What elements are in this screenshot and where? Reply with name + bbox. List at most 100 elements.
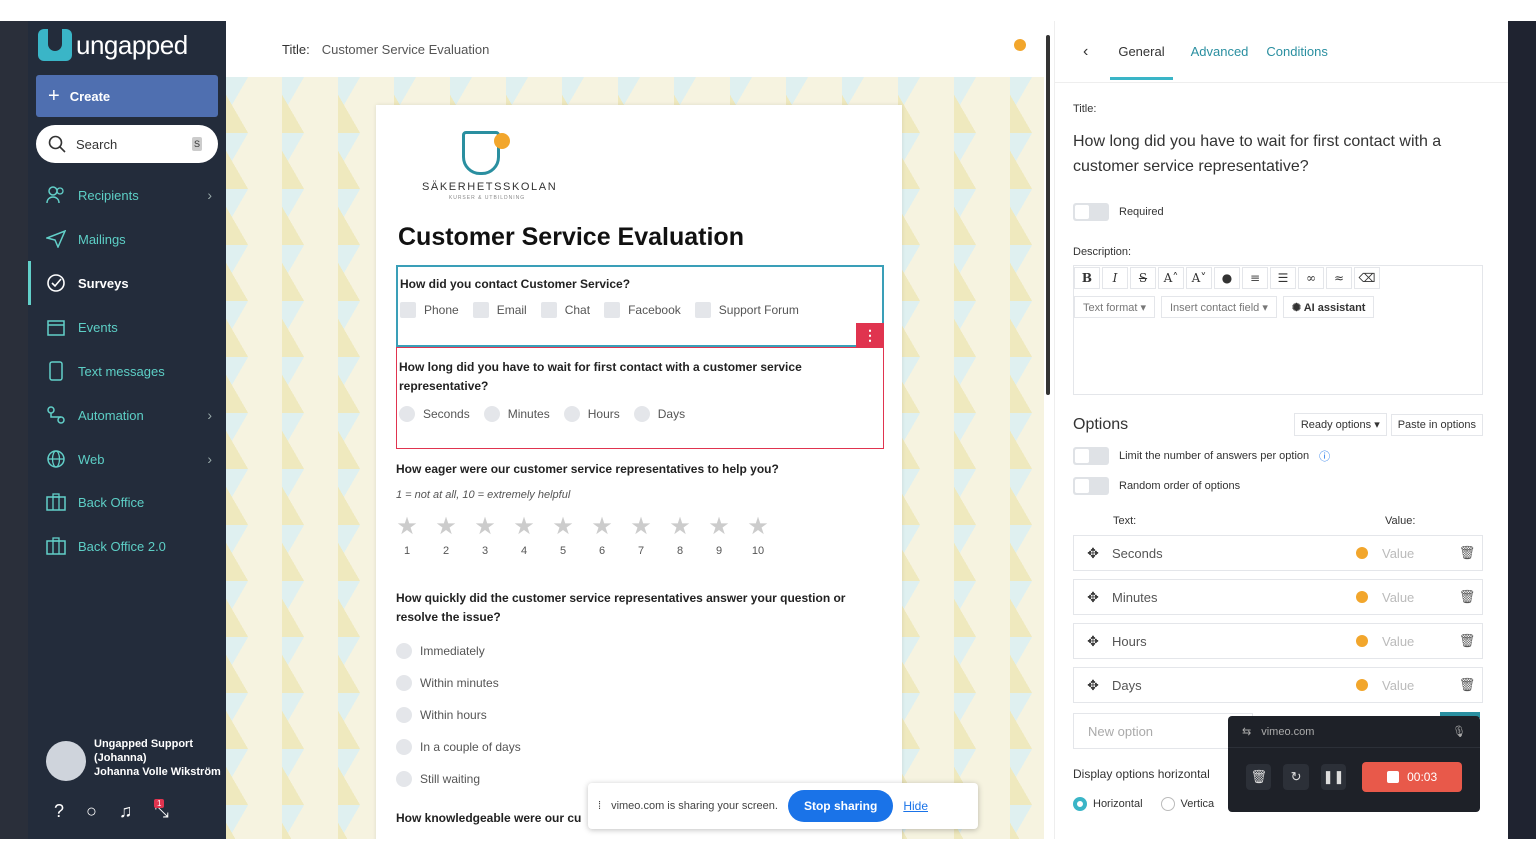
ready-options-button[interactable]: Ready options ▾	[1293, 413, 1387, 436]
radio[interactable]	[1073, 797, 1087, 811]
drag-handle-icon[interactable]: ✥	[1074, 589, 1112, 606]
option-within-hours[interactable]: Within hours	[396, 699, 884, 731]
sidebar-item-events[interactable]: Events	[28, 305, 226, 349]
ai-assistant-button[interactable]: ✺ AI assistant	[1282, 296, 1375, 318]
rating-star[interactable]: ★ 2	[435, 515, 457, 558]
option-text[interactable]: Days	[1112, 678, 1356, 693]
description-editor[interactable]: B I S A˄ A˅ ● ≡ ☰ ∞ ≈ ⌫ Text format ▾ In…	[1073, 265, 1483, 395]
trash-icon[interactable]: 🗑	[1246, 764, 1272, 790]
drag-handle-icon[interactable]: ✥	[1074, 545, 1112, 562]
sidebar-item-mailings[interactable]: Mailings	[28, 217, 226, 261]
restart-icon[interactable]: ↻	[1283, 764, 1309, 790]
trash-icon[interactable]: 🗑	[1452, 633, 1482, 649]
trash-icon[interactable]: 🗑	[1452, 545, 1482, 561]
microphone-icon[interactable]: 🎙	[1452, 725, 1466, 738]
rating-star[interactable]: ★ 4	[513, 515, 535, 558]
drag-handle-icon[interactable]: ✥	[1074, 677, 1112, 694]
option-seconds[interactable]: Seconds	[399, 406, 470, 422]
sidebar-item-automation[interactable]: Automation ›	[28, 393, 226, 437]
option-text[interactable]: Seconds	[1112, 546, 1356, 561]
insert-contact-dropdown[interactable]: Insert contact field ▾	[1160, 296, 1277, 318]
text-format-dropdown[interactable]: Text format ▾	[1074, 296, 1155, 318]
trash-icon[interactable]: 🗑	[1452, 677, 1482, 693]
rating-star[interactable]: ★ 9	[708, 515, 730, 558]
logo[interactable]: ungapped	[38, 29, 188, 61]
option-row[interactable]: ✥ Minutes Value 🗑	[1073, 579, 1483, 615]
sidebar-item-back-office-2[interactable]: Back Office 2.0	[28, 524, 226, 568]
option-minutes[interactable]: Minutes	[483, 406, 550, 422]
info-icon[interactable]: ⓘ	[1319, 448, 1330, 464]
radio[interactable]	[399, 406, 415, 422]
search-button[interactable]: Search S	[36, 125, 218, 163]
emoji-icon[interactable]	[1356, 591, 1368, 603]
help-icon[interactable]: ?	[54, 801, 64, 822]
option-days[interactable]: Days	[633, 406, 685, 422]
drag-handle-icon[interactable]: ⁞	[598, 800, 601, 812]
question-block-4[interactable]: How quickly did the customer service rep…	[396, 589, 884, 795]
question-menu-button[interactable]: ⋮	[856, 323, 884, 347]
question-block-1[interactable]: How did you contact Customer Service? Ph…	[396, 265, 884, 347]
new-option-input[interactable]: New option	[1073, 713, 1253, 749]
option-email[interactable]: Email	[472, 302, 527, 318]
title-value[interactable]: Customer Service Evaluation	[322, 42, 490, 57]
radio[interactable]	[396, 707, 412, 723]
checkbox[interactable]	[472, 302, 489, 318]
paste-options-button[interactable]: Paste in options	[1390, 413, 1483, 436]
option-row[interactable]: ✥ Seconds Value 🗑	[1073, 535, 1483, 571]
checkbox[interactable]	[694, 302, 711, 318]
sidebar-item-web[interactable]: Web ›	[28, 437, 226, 481]
tab-advanced[interactable]: Advanced	[1191, 26, 1249, 77]
option-row[interactable]: ✥ Days Value 🗑	[1073, 667, 1483, 703]
color-drop-icon[interactable]: ●	[1214, 267, 1240, 289]
bold-icon[interactable]: B	[1074, 267, 1100, 289]
required-toggle[interactable]	[1073, 203, 1109, 221]
random-toggle[interactable]	[1073, 477, 1109, 495]
emoji-icon[interactable]	[1356, 547, 1368, 559]
checkbox[interactable]	[604, 302, 621, 318]
trash-icon[interactable]: 🗑	[1452, 589, 1482, 605]
radio[interactable]	[633, 406, 650, 422]
back-arrow-icon[interactable]: ‹	[1083, 43, 1088, 61]
chat-icon[interactable]: ○	[86, 801, 97, 822]
eraser-icon[interactable]: ⌫	[1354, 267, 1380, 289]
radio[interactable]	[396, 771, 412, 787]
bullet-list-icon[interactable]: ☰	[1270, 267, 1296, 289]
user-profile[interactable]: Ungapped Support (Johanna) Johanna Volle…	[46, 737, 222, 781]
limit-toggle[interactable]	[1073, 447, 1109, 465]
option-text[interactable]: Minutes	[1112, 590, 1356, 605]
link-icon[interactable]: ∞	[1298, 267, 1324, 289]
option-support-forum[interactable]: Support Forum	[694, 302, 799, 318]
radio[interactable]	[1160, 797, 1175, 811]
radio-horizontal[interactable]: Horizontal	[1073, 797, 1143, 811]
option-value[interactable]: Value	[1382, 678, 1452, 693]
option-value[interactable]: Value	[1382, 634, 1452, 649]
option-text[interactable]: Hours	[1112, 634, 1356, 649]
sidebar-item-recipients[interactable]: Recipients ›	[28, 173, 226, 217]
stop-sharing-button[interactable]: Stop sharing	[787, 790, 894, 822]
option-row[interactable]: ✥ Hours Value 🗑	[1073, 623, 1483, 659]
scrollbar-thumb[interactable]	[1046, 35, 1050, 395]
checkbox[interactable]	[400, 302, 416, 318]
radio[interactable]	[563, 406, 580, 422]
radio-vertical[interactable]: Vertica	[1160, 797, 1214, 811]
radio[interactable]	[396, 739, 412, 755]
question-block-3[interactable]: How eager were our customer service repr…	[396, 460, 884, 557]
option-couple-of-days[interactable]: In a couple of days	[396, 731, 884, 763]
drag-handle-icon[interactable]: ✥	[1074, 633, 1112, 650]
pause-icon[interactable]: ❚❚	[1320, 764, 1347, 790]
settings-sliders-icon[interactable]: ⇆	[1242, 725, 1251, 738]
option-immediately[interactable]: Immediately	[396, 635, 884, 667]
rating-star[interactable]: ★ 7	[630, 515, 652, 558]
italic-icon[interactable]: I	[1102, 267, 1128, 289]
strikethrough-icon[interactable]: S	[1130, 267, 1156, 289]
sidebar-item-back-office[interactable]: Back Office	[28, 480, 226, 524]
option-within-minutes[interactable]: Within minutes	[396, 667, 884, 699]
option-value[interactable]: Value	[1382, 546, 1452, 561]
sidebar-item-text-messages[interactable]: Text messages	[28, 349, 226, 393]
question-block-2[interactable]: How long did you have to wait for first …	[396, 347, 884, 449]
sidebar-item-surveys[interactable]: Surveys	[28, 261, 226, 305]
canvas-scrollbar[interactable]	[1044, 21, 1054, 839]
option-value[interactable]: Value	[1382, 590, 1452, 605]
rating-star[interactable]: ★ 1	[396, 515, 418, 558]
rating-star[interactable]: ★ 3	[474, 515, 496, 558]
